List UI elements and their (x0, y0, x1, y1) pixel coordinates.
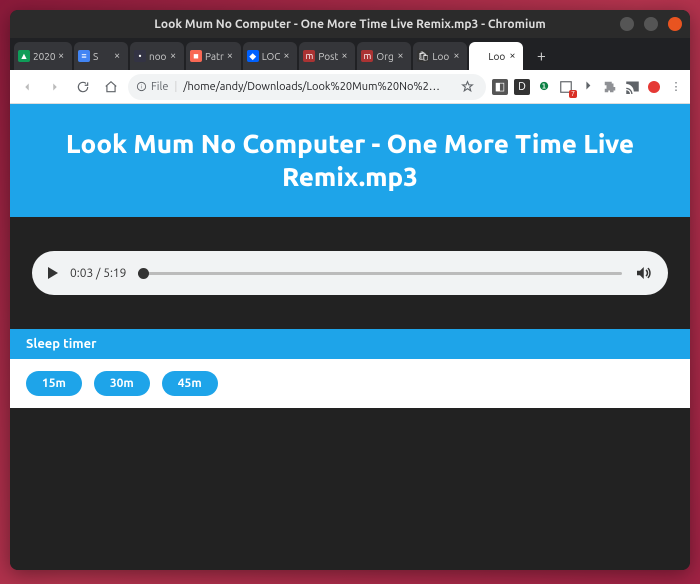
bookmark-star-icon[interactable] (456, 76, 478, 98)
extension-icon[interactable]: 7 (558, 79, 574, 95)
duration: 5:19 (103, 267, 126, 280)
close-tab-icon[interactable]: × (509, 51, 519, 61)
favicon: 🛍 (417, 50, 429, 62)
audio-player: 0:03 / 5:19 (32, 251, 668, 295)
time-display: 0:03 / 5:19 (70, 267, 126, 280)
favicon: ▲ (18, 50, 30, 62)
close-window-button[interactable] (668, 17, 682, 31)
tab-label: noo (149, 51, 167, 62)
close-tab-icon[interactable]: × (283, 51, 293, 61)
close-tab-icon[interactable]: × (453, 51, 463, 61)
extension-icon[interactable]: D (514, 79, 530, 95)
home-button[interactable] (100, 76, 122, 98)
page-content: Look Mum No Computer - One More Time Liv… (10, 104, 690, 570)
window-controls (620, 17, 682, 31)
url-text: /home/andy/Downloads/Look%20Mum%20No%2… (183, 81, 450, 93)
sleep-timer-option[interactable]: 45m (162, 371, 218, 396)
tab[interactable]: ▲2020× (14, 42, 72, 70)
tab[interactable]: mPost× (299, 42, 355, 70)
favicon: m (361, 50, 373, 62)
svg-text:i: i (141, 84, 142, 90)
new-tab-button[interactable]: + (529, 44, 553, 68)
reload-button[interactable] (72, 76, 94, 98)
tab-label: Org (376, 51, 394, 62)
tab-label: LOC (262, 51, 281, 62)
tab-label: 2020 (33, 51, 55, 62)
tab[interactable]: mOrg× (357, 42, 411, 70)
close-tab-icon[interactable]: × (170, 51, 180, 61)
window-title: Look Mum No Computer - One More Time Liv… (10, 18, 690, 31)
volume-icon[interactable] (634, 264, 652, 282)
tab[interactable]: Loo× (469, 42, 523, 70)
record-indicator-icon[interactable] (646, 79, 662, 95)
cast-icon[interactable] (624, 79, 640, 95)
current-time: 0:03 (70, 267, 93, 280)
favicon: ◆ (247, 50, 259, 62)
browser-toolbar: i File | /home/andy/Downloads/Look%20Mum… (10, 70, 690, 104)
sleep-timer-row: 15m 30m 45m (10, 359, 690, 408)
tab-label: S (93, 51, 111, 62)
minimize-button[interactable] (620, 17, 634, 31)
browser-menu-icon[interactable]: ⋮ (668, 79, 684, 95)
address-bar[interactable]: i File | /home/andy/Downloads/Look%20Mum… (128, 74, 486, 100)
page-title: Look Mum No Computer - One More Time Liv… (10, 104, 690, 217)
back-button[interactable] (16, 76, 38, 98)
tab-label: Loo (488, 51, 506, 62)
sleep-timer-option[interactable]: 15m (26, 371, 82, 396)
scheme-label: File (151, 81, 168, 93)
favicon: ■ (190, 50, 202, 62)
seek-knob[interactable] (138, 268, 149, 279)
tab-label: Post (318, 51, 338, 62)
forward-button[interactable] (44, 76, 66, 98)
app-window: Look Mum No Computer - One More Time Liv… (10, 10, 690, 570)
close-tab-icon[interactable]: × (227, 51, 237, 61)
tab[interactable]: •noo× (130, 42, 184, 70)
close-tab-icon[interactable]: × (58, 51, 68, 61)
favicon: • (134, 50, 146, 62)
titlebar: Look Mum No Computer - One More Time Liv… (10, 10, 690, 38)
play-button[interactable] (48, 267, 58, 279)
tab-label: Loo (432, 51, 450, 62)
extensions-row: ◧ D ❶ 7 ⏵ ⋮ (492, 79, 684, 95)
extension-icon[interactable]: ❶ (536, 79, 552, 95)
audio-player-section: 0:03 / 5:19 (10, 217, 690, 329)
sleep-timer-heading: Sleep timer (10, 329, 690, 359)
tab-label: Patr (205, 51, 224, 62)
favicon (473, 50, 485, 62)
tab[interactable]: 🛍Loo× (413, 42, 467, 70)
favicon: ≡ (78, 50, 90, 62)
extension-icon[interactable]: ⏵ (580, 79, 596, 95)
tab[interactable]: ◆LOC× (243, 42, 298, 70)
close-tab-icon[interactable]: × (114, 51, 124, 61)
tab-strip: ▲2020×≡S×•noo×■Patr×◆LOC×mPost×mOrg×🛍Loo… (10, 38, 690, 70)
sleep-timer-option[interactable]: 30m (94, 371, 150, 396)
file-scheme-chip: i File (136, 81, 168, 93)
close-tab-icon[interactable]: × (397, 51, 407, 61)
maximize-button[interactable] (644, 17, 658, 31)
seek-track[interactable] (138, 272, 622, 275)
close-tab-icon[interactable]: × (341, 51, 351, 61)
favicon: m (303, 50, 315, 62)
extensions-menu-icon[interactable] (602, 79, 618, 95)
tab[interactable]: ≡S× (74, 42, 128, 70)
extension-icon[interactable]: ◧ (492, 79, 508, 95)
tab[interactable]: ■Patr× (186, 42, 241, 70)
